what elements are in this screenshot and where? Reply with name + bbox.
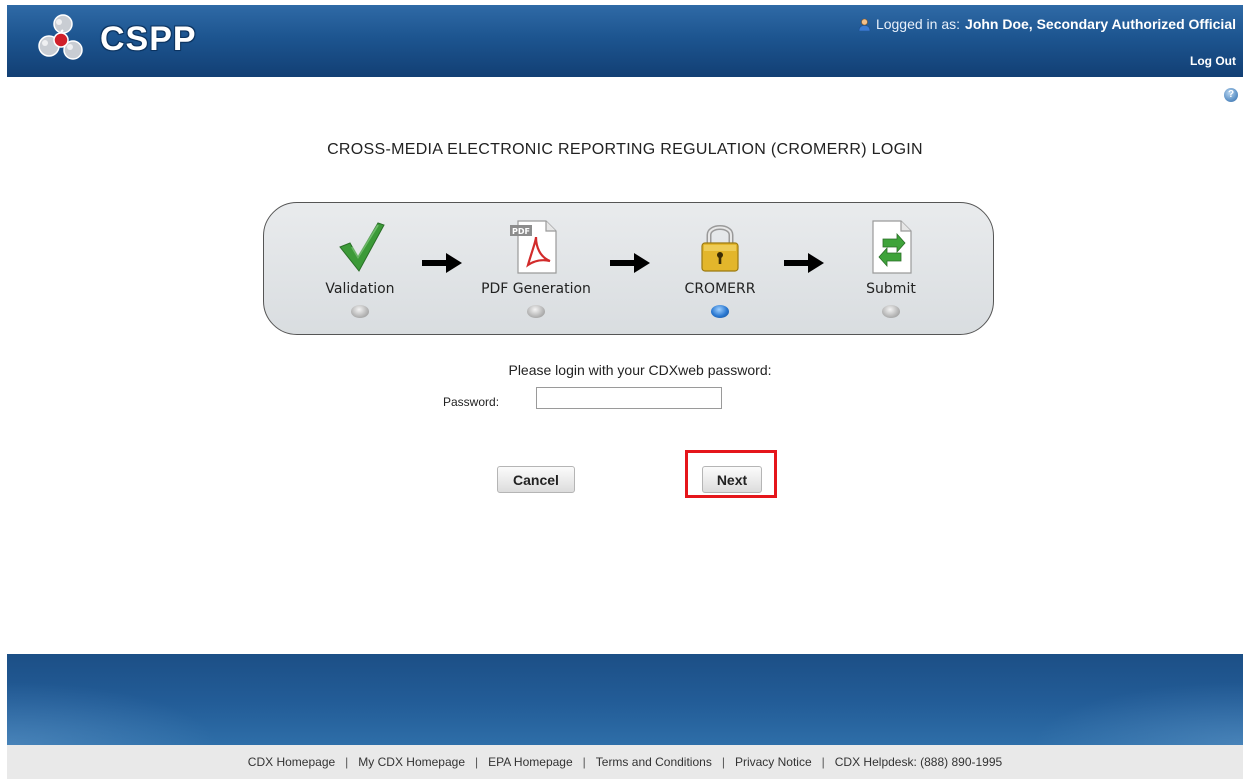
- logo-text: CSPP: [100, 20, 197, 58]
- pdf-document-icon: PDF: [510, 220, 557, 274]
- progress-wizard: Validation PDF PDF Generation CROMERR Su…: [263, 202, 994, 335]
- footer-link-privacy[interactable]: Privacy Notice: [735, 755, 812, 769]
- password-label: Password:: [443, 395, 500, 409]
- footer-link-my-cdx-homepage[interactable]: My CDX Homepage: [358, 755, 465, 769]
- footer-separator: |: [821, 755, 825, 769]
- step-label: CROMERR: [684, 281, 756, 297]
- checkmark-icon: [339, 222, 385, 272]
- footer-link-helpdesk[interactable]: CDX Helpdesk: (888) 890-1995: [835, 755, 1002, 769]
- user-name: John Doe, Secondary Authorized Official: [965, 16, 1236, 32]
- arrow-right-icon: [422, 253, 462, 273]
- step-status-dot: [351, 305, 369, 318]
- header-bar: CSPP Logged in as: John Doe, Secondary A…: [7, 5, 1243, 77]
- footer-link-epa-homepage[interactable]: EPA Homepage: [488, 755, 573, 769]
- login-prompt: Please login with your CDXweb password:: [508, 362, 772, 378]
- step-label: PDF Generation: [481, 281, 591, 297]
- footer-links: CDX Homepage | My CDX Homepage | EPA Hom…: [7, 745, 1243, 779]
- svg-text:PDF: PDF: [512, 227, 530, 236]
- footer-separator: |: [345, 755, 349, 769]
- footer-link-terms[interactable]: Terms and Conditions: [596, 755, 712, 769]
- footer-separator: |: [582, 755, 586, 769]
- cancel-button[interactable]: Cancel: [497, 466, 575, 493]
- submit-document-icon: [872, 220, 912, 274]
- molecule-logo-icon: [38, 14, 83, 60]
- footer-separator: |: [721, 755, 725, 769]
- footer-banner: [7, 654, 1243, 745]
- page-title: CROSS-MEDIA ELECTRONIC REPORTING REGULAT…: [327, 141, 923, 158]
- logged-in-prefix: Logged in as:: [875, 16, 961, 32]
- arrow-right-icon: [610, 253, 650, 273]
- step-label: Submit: [866, 281, 916, 297]
- arrow-right-icon: [784, 253, 824, 273]
- help-icon[interactable]: ?: [1224, 88, 1238, 102]
- footer-link-cdx-homepage[interactable]: CDX Homepage: [248, 755, 335, 769]
- step-status-dot: [527, 305, 545, 318]
- step-status-dot-active: [711, 305, 729, 318]
- cspp-logo[interactable]: CSPP: [25, 10, 197, 68]
- step-status-dot: [882, 305, 900, 318]
- user-icon: [858, 18, 871, 31]
- step-label: Validation: [325, 281, 395, 297]
- padlock-icon: [701, 225, 739, 272]
- next-button-highlight: [685, 450, 777, 498]
- password-input[interactable]: [536, 387, 722, 409]
- logout-link[interactable]: Log Out: [1190, 54, 1236, 68]
- footer-separator: |: [475, 755, 479, 769]
- user-info: Logged in as: John Doe, Secondary Author…: [858, 16, 1236, 32]
